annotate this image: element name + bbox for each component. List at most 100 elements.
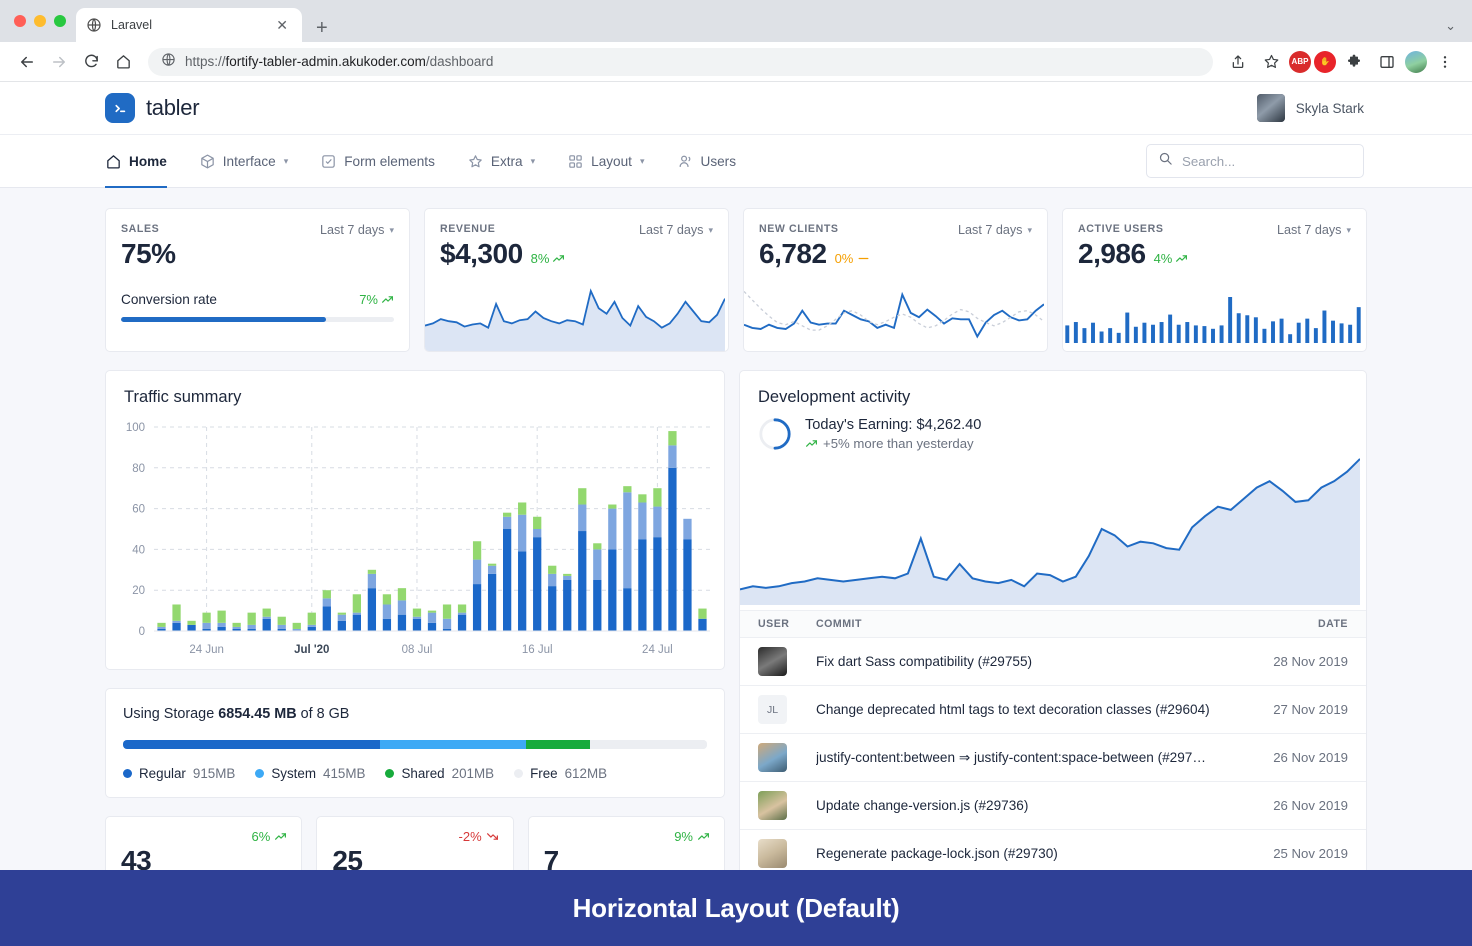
period-dropdown[interactable]: Last 7 days ▾ (639, 223, 713, 237)
adblock-extension-icon[interactable]: ABP (1289, 50, 1311, 73)
browser-menu-icon[interactable] (1430, 47, 1460, 77)
chevron-down-icon: ▾ (1346, 224, 1351, 235)
nav-label: Users (700, 153, 737, 169)
reload-button[interactable] (76, 47, 106, 77)
search-input[interactable]: Search... (1146, 144, 1364, 178)
close-tab-button[interactable]: ✕ (272, 16, 292, 34)
table-row[interactable]: justify-content:between ⇒ justify-conten… (740, 734, 1366, 782)
legend-value: 915MB (192, 766, 236, 781)
maximize-window-button[interactable] (54, 15, 66, 27)
trend-down-icon (486, 833, 498, 840)
commit-user-cell (758, 791, 816, 820)
site-header: tabler Skyla Stark (0, 82, 1472, 135)
stat-value: 2,986 (1078, 238, 1146, 269)
commits-table-body: Fix dart Sass compatibility (#29755) 28 N… (740, 638, 1366, 878)
nav-item-layout[interactable]: Layout ▾ (551, 135, 660, 188)
trend-up-icon (1176, 255, 1188, 262)
bookmark-star-icon[interactable] (1256, 47, 1286, 77)
stat-delta: 4% (1154, 251, 1189, 266)
box-icon (199, 153, 216, 170)
nav-item-users[interactable]: Users (661, 135, 753, 188)
svg-text:60: 60 (132, 504, 145, 516)
legend-value: 612MB (564, 766, 608, 781)
period-dropdown[interactable]: Last 7 days ▾ (958, 223, 1032, 237)
chevron-down-icon[interactable]: ⌄ (1445, 18, 1456, 34)
nav-label: Extra (490, 153, 523, 169)
nav-label: Layout (591, 153, 632, 169)
commit-user-cell (758, 647, 816, 676)
mini-delta: 9% (674, 829, 710, 844)
search-placeholder: Search... (1182, 153, 1236, 169)
svg-text:40: 40 (132, 544, 145, 556)
address-bar[interactable]: https://fortify-tabler-admin.akukoder.co… (148, 47, 1213, 76)
extensions-puzzle-icon[interactable] (1339, 47, 1369, 77)
commit-message: Update change-version.js (#29736) (816, 798, 1029, 813)
avatar: JL (758, 695, 787, 724)
bottom-banner: Horizontal Layout (Default) (0, 870, 1472, 946)
storage-legend: Regular 915MB System 415MB Shared 201MB Free 61… (123, 766, 707, 781)
svg-text:08 Jul: 08 Jul (402, 644, 433, 656)
right-column: Development activity Today's Earning: $4… (739, 370, 1367, 879)
trend-up-icon (698, 833, 709, 840)
new-clients-sparkline (744, 279, 1044, 351)
brand-logo[interactable]: tabler (105, 93, 200, 123)
commit-message: justify-content:between ⇒ justify-conten… (816, 749, 1206, 765)
legend-value: 415MB (323, 766, 366, 781)
table-row[interactable]: JL Change deprecated html tags to text de… (740, 686, 1366, 734)
svg-text:16 Jul: 16 Jul (522, 644, 553, 656)
nav-label: Form elements (344, 153, 435, 169)
development-activity-chart (740, 445, 1360, 605)
nav-item-extra[interactable]: Extra ▾ (451, 135, 551, 188)
development-activity-card: Development activity Today's Earning: $4… (739, 370, 1367, 879)
chevron-down-icon: ▾ (639, 155, 645, 166)
stat-card-revenue: REVENUE Last 7 days ▾ $4,300 8% (424, 208, 729, 352)
commit-date: 27 Nov 2019 (1273, 702, 1348, 717)
table-row[interactable]: Update change-version.js (#29736) 26 Nov … (740, 782, 1366, 830)
back-button[interactable] (12, 47, 42, 77)
nav-item-form-elements[interactable]: Form elements (304, 135, 451, 188)
stat-card-sales: SALES Last 7 days ▾ 75% Conversion rate … (105, 208, 410, 352)
period-dropdown[interactable]: Last 7 days ▾ (320, 223, 394, 237)
minimize-window-button[interactable] (34, 15, 46, 27)
new-tab-button[interactable]: + (316, 18, 328, 38)
nav-label: Interface (222, 153, 276, 169)
main-navbar: Home Interface ▾ Form elements Extra ▾ L… (0, 135, 1472, 188)
browser-tab[interactable]: Laravel ✕ (76, 8, 302, 42)
commits-table-header: USER COMMIT DATE (740, 610, 1366, 638)
header-user[interactable]: Skyla Stark (1256, 94, 1450, 122)
window-controls[interactable] (10, 0, 76, 42)
sidebar-toggle-icon[interactable] (1372, 47, 1402, 77)
globe-icon (86, 17, 102, 33)
active-users-sparkline (1065, 297, 1361, 343)
stat-cards-row: SALES Last 7 days ▾ 75% Conversion rate … (105, 208, 1367, 352)
nav-item-interface[interactable]: Interface ▾ (183, 135, 304, 188)
stat-card-new-clients: NEW CLIENTS Last 7 days ▾ 6,782 0% (743, 208, 1048, 352)
share-icon[interactable] (1223, 47, 1253, 77)
chevron-down-icon: ▾ (1027, 224, 1032, 235)
toolbar-actions: ABP ✋ (1223, 47, 1460, 77)
main-row: Traffic summary 0 20 40 60 80 100 24 Jun Jul '2… (105, 370, 1367, 906)
dashboard-content: SALES Last 7 days ▾ 75% Conversion rate … (0, 188, 1472, 946)
commit-message: Fix dart Sass compatibility (#29755) (816, 654, 1033, 669)
stat-value: 6,782 (759, 238, 827, 269)
site-globe-icon (161, 52, 176, 72)
period-dropdown[interactable]: Last 7 days ▾ (1277, 223, 1351, 237)
traffic-chart-svg: 0 20 40 60 80 100 24 Jun Jul '20 08 Jul 16 Jul 24 … (126, 422, 710, 656)
trend-up-icon (553, 255, 565, 262)
commit-message: Regenerate package-lock.json (#29730) (816, 846, 1058, 861)
commit-date: 26 Nov 2019 (1273, 798, 1348, 813)
legend-name: System (271, 766, 316, 781)
card-title: Development activity (758, 388, 911, 406)
tab-strip: Laravel ✕ + ⌄ (0, 0, 1472, 42)
nav-item-home[interactable]: Home (105, 135, 183, 188)
table-row[interactable]: Fix dart Sass compatibility (#29755) 28 N… (740, 638, 1366, 686)
home-button[interactable] (108, 47, 138, 77)
forward-button[interactable] (44, 47, 74, 77)
legend-name: Free (530, 766, 558, 781)
close-window-button[interactable] (14, 15, 26, 27)
commit-date: 28 Nov 2019 (1273, 654, 1348, 669)
opera-extension-icon[interactable]: ✋ (1314, 50, 1336, 73)
storage-progress-bar (123, 740, 707, 749)
profile-avatar[interactable] (1405, 50, 1427, 73)
home-icon (105, 153, 122, 170)
